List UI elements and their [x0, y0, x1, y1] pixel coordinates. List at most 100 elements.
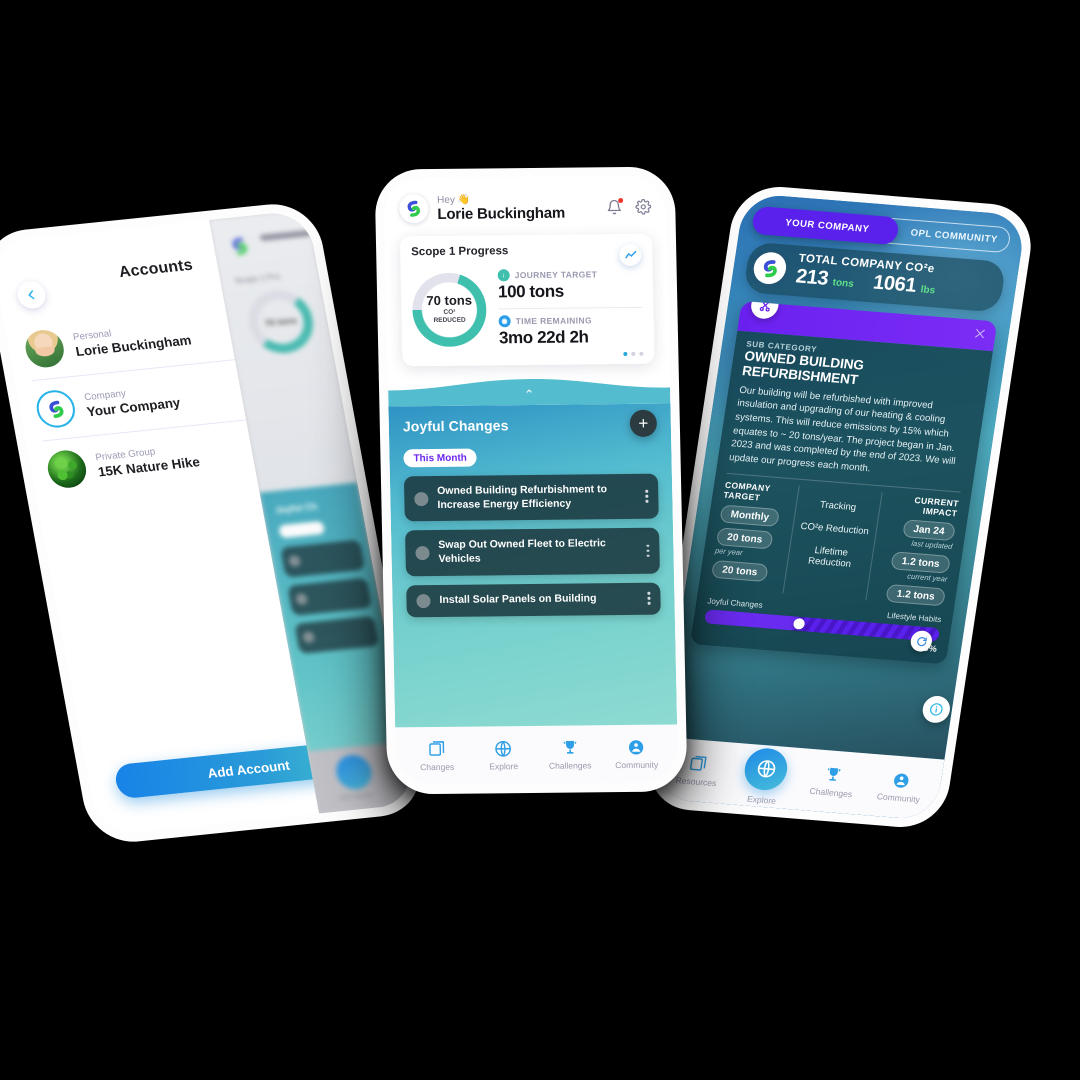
accounts-screen: Accounts Personal Lorie Buckingham Compa… [0, 209, 417, 837]
bottom-nav: Changes Explore Challenges Community [395, 724, 679, 786]
nav-item-community[interactable]: Community [607, 738, 666, 771]
target-value-2: 20 tons [710, 560, 769, 583]
nav-item-challenges[interactable]: Challenges [541, 738, 600, 771]
nav-item-explore[interactable]: Explore [732, 746, 798, 807]
tracking-row-1: CO²e Reduction [799, 521, 870, 538]
changes-habits-slider[interactable]: Joyful Changes Lifestyle Habits 9% [702, 597, 942, 654]
info-icon [930, 703, 943, 716]
avatar [33, 388, 79, 430]
settings-gear-icon [635, 198, 652, 215]
refresh-icon [916, 636, 927, 646]
peek-panel-title: Joyful Ch [274, 501, 319, 516]
phone-accounts-screen: Accounts Personal Lorie Buckingham Compa… [0, 199, 428, 847]
item-label: Swap Out Owned Fleet to Electric Vehicle… [438, 537, 606, 565]
target-value-1-sub: per year [714, 546, 744, 558]
peek-section-label: Scope 1 Pro [234, 271, 281, 286]
scope-progress-card: Scope 1 Progress 70 tons CO² REDUCED ↓ J… [399, 233, 655, 367]
nav-item-changes[interactable]: Changes [408, 740, 467, 773]
item-label: Owned Building Refurbishment to Increase… [437, 483, 608, 511]
pager-dot[interactable] [623, 351, 628, 357]
subcategory-detail-card: SUB CATEGORY OWNED BUILDING REFURBISHMEN… [689, 300, 998, 665]
co2-donut-chart: 70 tons CO² REDUCED [411, 271, 488, 347]
pager-dot[interactable] [631, 351, 636, 356]
kebab-menu-icon[interactable] [647, 592, 651, 605]
donut-sub-2: REDUCED [433, 316, 466, 325]
stat-value: 100 tons [497, 281, 565, 302]
peek-card [294, 616, 380, 655]
slider-knob[interactable] [792, 618, 805, 630]
stat-label: TIME REMAINING [515, 315, 592, 327]
trend-chart-button[interactable] [619, 243, 642, 267]
donut-value: 70 tons [426, 292, 473, 308]
add-change-button[interactable]: + [629, 409, 658, 437]
user-name: Lorie Buckingham [437, 204, 566, 223]
nav-item-challenges[interactable]: Challenges [801, 763, 864, 799]
impact-header: CURRENT IMPACT [913, 495, 960, 519]
metrics-grid: COMPANY TARGET Monthly 20 tons per year … [709, 473, 961, 607]
peek-card [280, 539, 366, 579]
card-title: Scope 1 Progress [411, 245, 509, 259]
nav-label: Challenges [808, 785, 853, 800]
list-item[interactable]: Swap Out Owned Fleet to Electric Vehicle… [405, 527, 660, 576]
tracking-row-2: Lifetime Reduction [807, 545, 852, 571]
slider-left-label: Joyful Changes [706, 596, 764, 611]
info-button[interactable] [920, 694, 952, 724]
total-tons-unit: tons [831, 277, 855, 290]
header-icons [606, 197, 652, 215]
total-lbs-unit: lbs [919, 284, 936, 297]
peek-nav-label: Life Habits [338, 791, 374, 803]
close-button[interactable] [973, 327, 988, 341]
stat-value: 3mo 22d 2h [498, 327, 589, 348]
composition-stage: Accounts Personal Lorie Buckingham Compa… [0, 0, 1080, 1080]
donut-sub-1: CO² [443, 308, 456, 316]
total-company-co2e-card: TOTAL COMPANY CO²e 213 tons 1061 lbs [743, 241, 1007, 313]
kebab-menu-icon[interactable] [645, 490, 649, 503]
peek-chip [278, 521, 326, 539]
home-screen: Hey 👋 Lorie Buckingham Scope 1 Progress … [383, 175, 679, 786]
resources-book-icon [688, 754, 710, 774]
nav-label: Challenges [548, 760, 592, 771]
period-filter-chip[interactable]: This Month [403, 448, 478, 468]
list-item[interactable]: Install Solar Panels on Building [406, 582, 661, 617]
nav-label: Explore [746, 793, 777, 806]
changes-book-icon [427, 740, 446, 759]
kebab-menu-icon[interactable] [646, 544, 650, 557]
nav-label: Community [876, 791, 921, 805]
stat-time-remaining: ◉ TIME REMAINING 3mo 22d 2h [498, 306, 644, 349]
card-pager[interactable] [413, 351, 644, 358]
notification-bell-button[interactable] [606, 197, 624, 215]
explore-fab[interactable] [742, 746, 791, 792]
trend-line-icon [624, 250, 636, 258]
company-detail-screen: YOUR COMPANY OPL COMMUNITY TOTAL COMPANY… [653, 193, 1027, 821]
globe-icon [494, 739, 513, 758]
expand-sheet-handle[interactable]: ⌃ [524, 387, 535, 402]
metrics-impact-column: CURRENT IMPACT Jan 24 last updated 1.2 t… [866, 493, 960, 607]
impact-value-2: 1.2 tons [885, 584, 946, 607]
nav-item-explore[interactable]: Explore [474, 739, 533, 772]
peek-card [287, 577, 373, 617]
nav-item-community[interactable]: Community [869, 769, 932, 805]
list-item[interactable]: Owned Building Refurbishment to Increase… [403, 473, 659, 522]
app-logo-icon [232, 237, 247, 255]
close-x-icon [975, 329, 985, 339]
target-header: COMPANY TARGET [722, 480, 772, 503]
trophy-icon [823, 765, 845, 785]
app-logo-badge [398, 194, 429, 224]
total-tons-value: 213 [794, 265, 830, 290]
download-arrow-icon: ↓ [497, 269, 510, 282]
metrics-tracking-column: Tracking CO²e Reduction Lifetime Reducti… [782, 486, 883, 601]
item-label: Install Solar Panels on Building [439, 592, 597, 606]
pager-dot[interactable] [639, 351, 644, 356]
target-period-pill[interactable]: Monthly [719, 504, 781, 528]
clock-icon: ◉ [498, 315, 511, 328]
item-status-dot [414, 491, 429, 506]
home-header: Hey 👋 Lorie Buckingham [398, 192, 652, 224]
tools-icon [749, 300, 781, 320]
toggle-opl-community[interactable]: OPL COMMUNITY [899, 226, 1010, 246]
peek-fab [333, 753, 375, 791]
settings-button[interactable] [635, 198, 652, 215]
item-status-dot [415, 545, 430, 561]
app-logo-icon [763, 259, 777, 277]
nav-label: Resources [675, 775, 718, 789]
app-logo-icon [407, 200, 420, 217]
